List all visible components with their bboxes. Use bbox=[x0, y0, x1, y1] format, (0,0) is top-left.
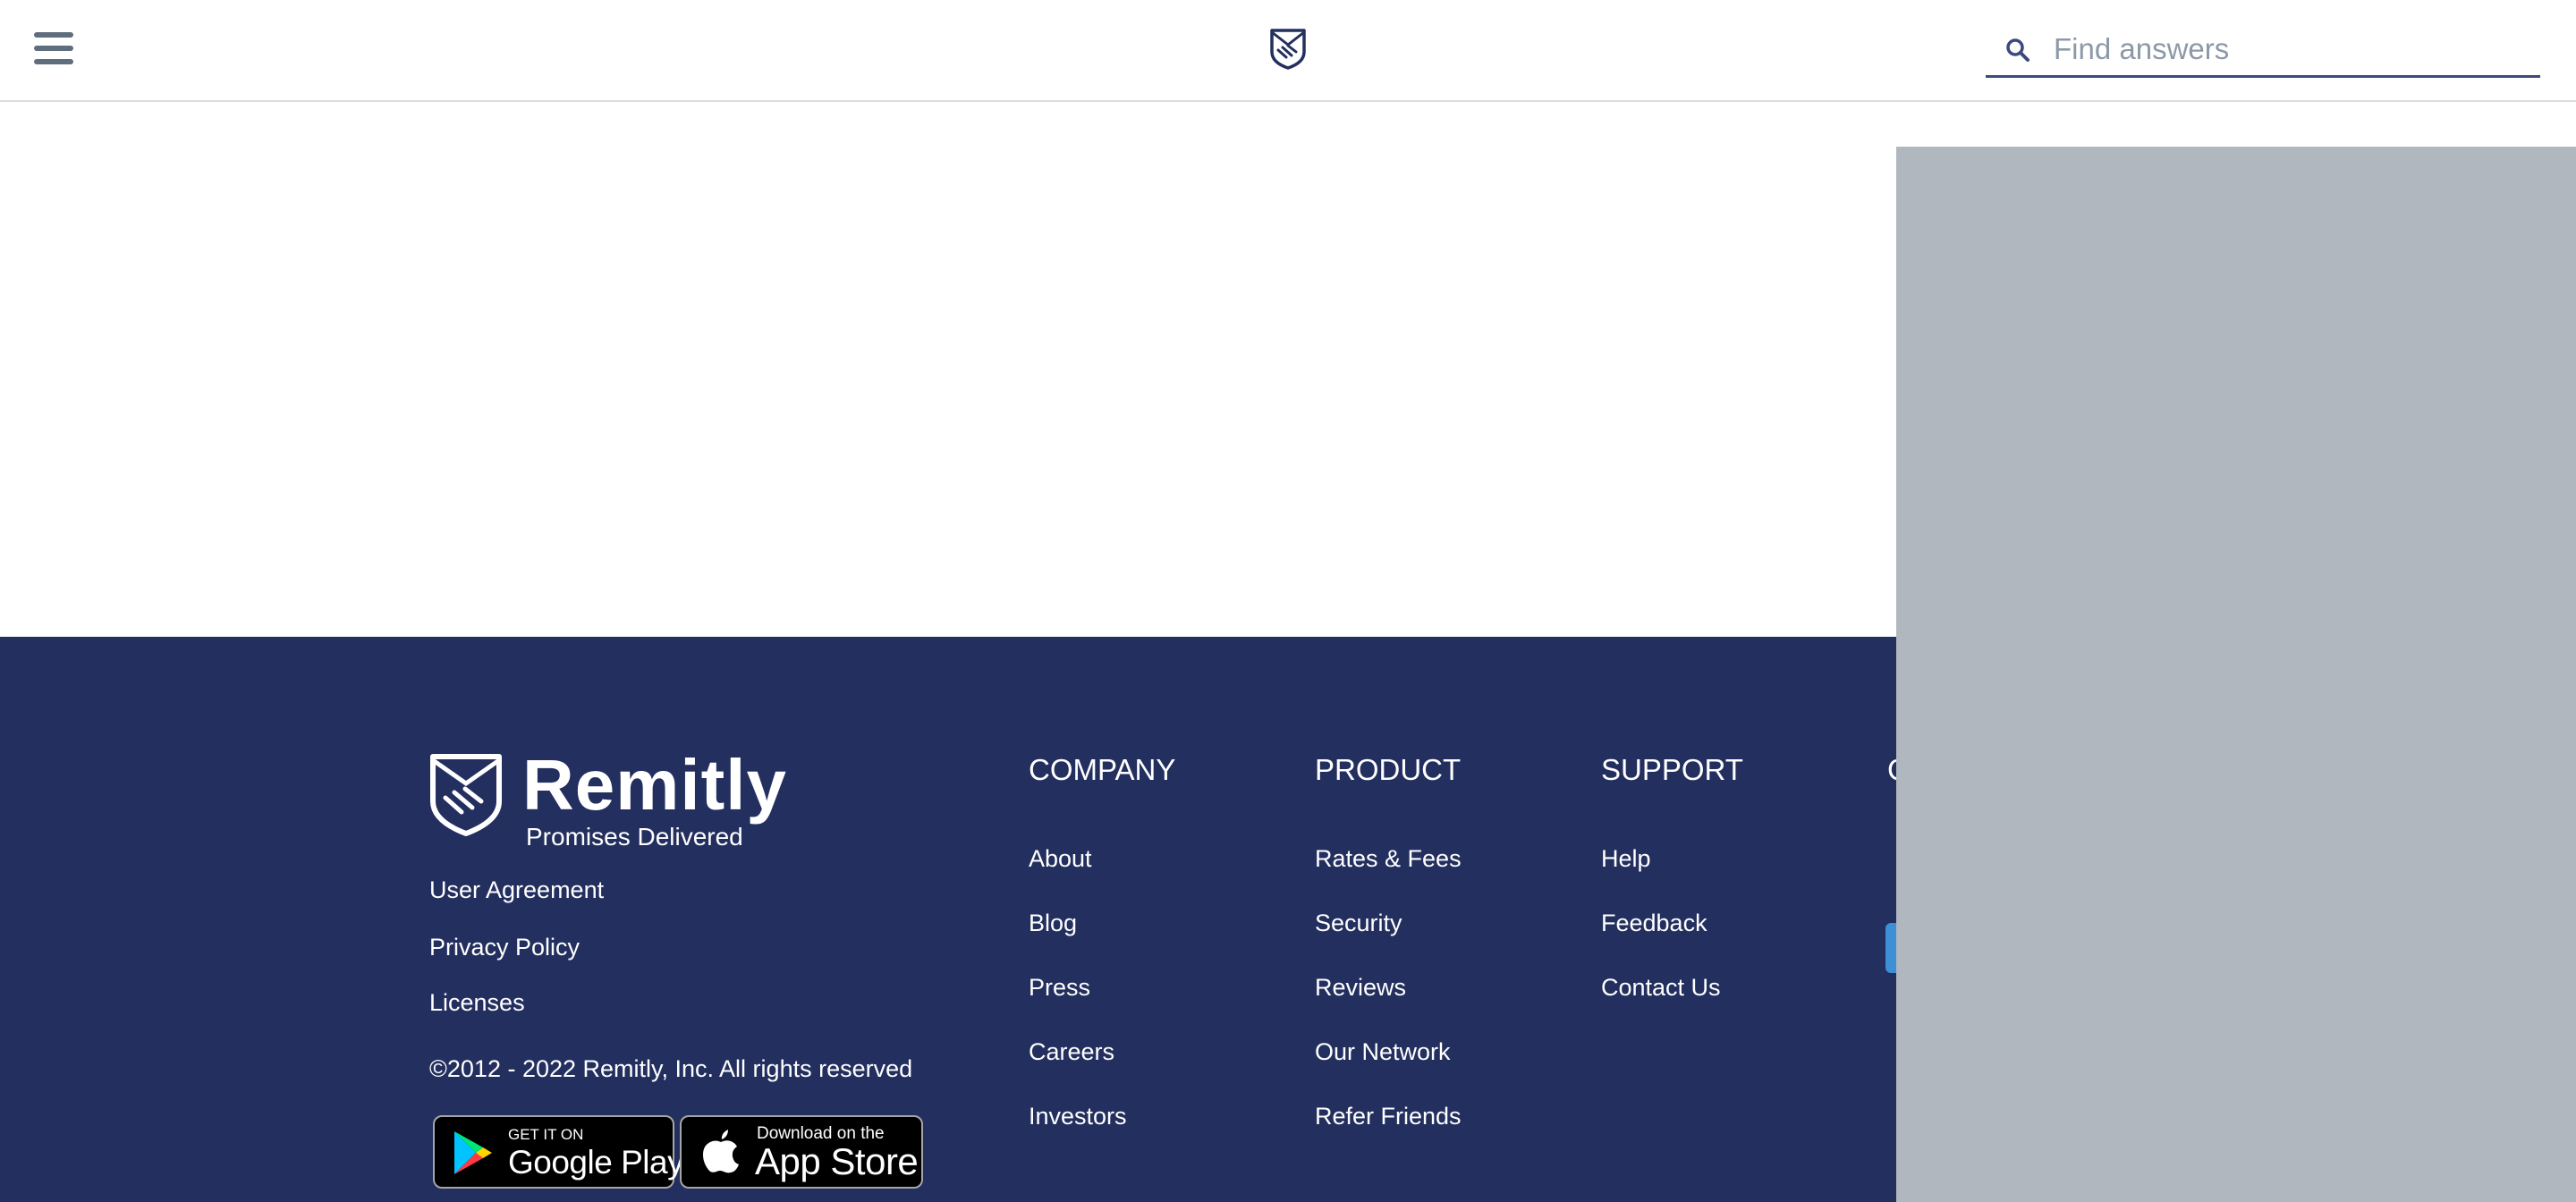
overlay-panel bbox=[1896, 147, 2576, 1202]
support-heading: SUPPORT bbox=[1601, 753, 1743, 786]
licenses-link[interactable]: Licenses bbox=[429, 989, 525, 1017]
contact-us-link[interactable]: Contact Us bbox=[1601, 974, 1721, 1002]
reviews-link[interactable]: Reviews bbox=[1315, 974, 1406, 1002]
google-play-big-text: Google Play bbox=[508, 1144, 684, 1181]
product-heading: PRODUCT bbox=[1315, 753, 1462, 786]
search-icon bbox=[2006, 38, 2029, 62]
google-play-icon bbox=[454, 1131, 492, 1174]
app-store-big-text: App Store bbox=[755, 1140, 919, 1182]
help-link[interactable]: Help bbox=[1601, 845, 1651, 873]
feedback-link[interactable]: Feedback bbox=[1601, 910, 1707, 937]
google-play-badge[interactable]: GET IT ON Google Play bbox=[433, 1115, 684, 1189]
remitly-shield-icon bbox=[430, 754, 502, 836]
privacy-policy-link[interactable]: Privacy Policy bbox=[429, 934, 580, 961]
brand-tagline: Promises Delivered bbox=[526, 823, 743, 851]
search-bar bbox=[1986, 23, 2540, 78]
top-header bbox=[0, 0, 2576, 102]
apple-icon bbox=[703, 1130, 739, 1173]
hamburger-menu-icon[interactable] bbox=[34, 32, 73, 64]
remitly-shield-icon[interactable] bbox=[1268, 27, 1308, 70]
rates-fees-link[interactable]: Rates & Fees bbox=[1315, 845, 1462, 873]
blog-link[interactable]: Blog bbox=[1029, 910, 1077, 937]
press-link[interactable]: Press bbox=[1029, 974, 1090, 1002]
refer-friends-link[interactable]: Refer Friends bbox=[1315, 1103, 1462, 1130]
copyright-text: ©2012 - 2022 Remitly, Inc. All rights re… bbox=[429, 1055, 913, 1082]
security-link[interactable]: Security bbox=[1315, 910, 1402, 937]
app-store-badge[interactable]: Download on the App Store bbox=[680, 1115, 923, 1189]
brand-logo[interactable]: Remitly Promises Delivered bbox=[429, 745, 805, 851]
investors-link[interactable]: Investors bbox=[1029, 1103, 1127, 1130]
user-agreement-link[interactable]: User Agreement bbox=[429, 876, 604, 904]
our-network-link[interactable]: Our Network bbox=[1315, 1038, 1451, 1066]
search-input[interactable] bbox=[2052, 29, 2521, 70]
about-link[interactable]: About bbox=[1029, 845, 1092, 873]
careers-link[interactable]: Careers bbox=[1029, 1038, 1114, 1066]
company-heading: COMPANY bbox=[1029, 753, 1176, 786]
google-play-small-text: GET IT ON bbox=[508, 1126, 584, 1143]
brand-name: Remitly bbox=[522, 745, 787, 825]
